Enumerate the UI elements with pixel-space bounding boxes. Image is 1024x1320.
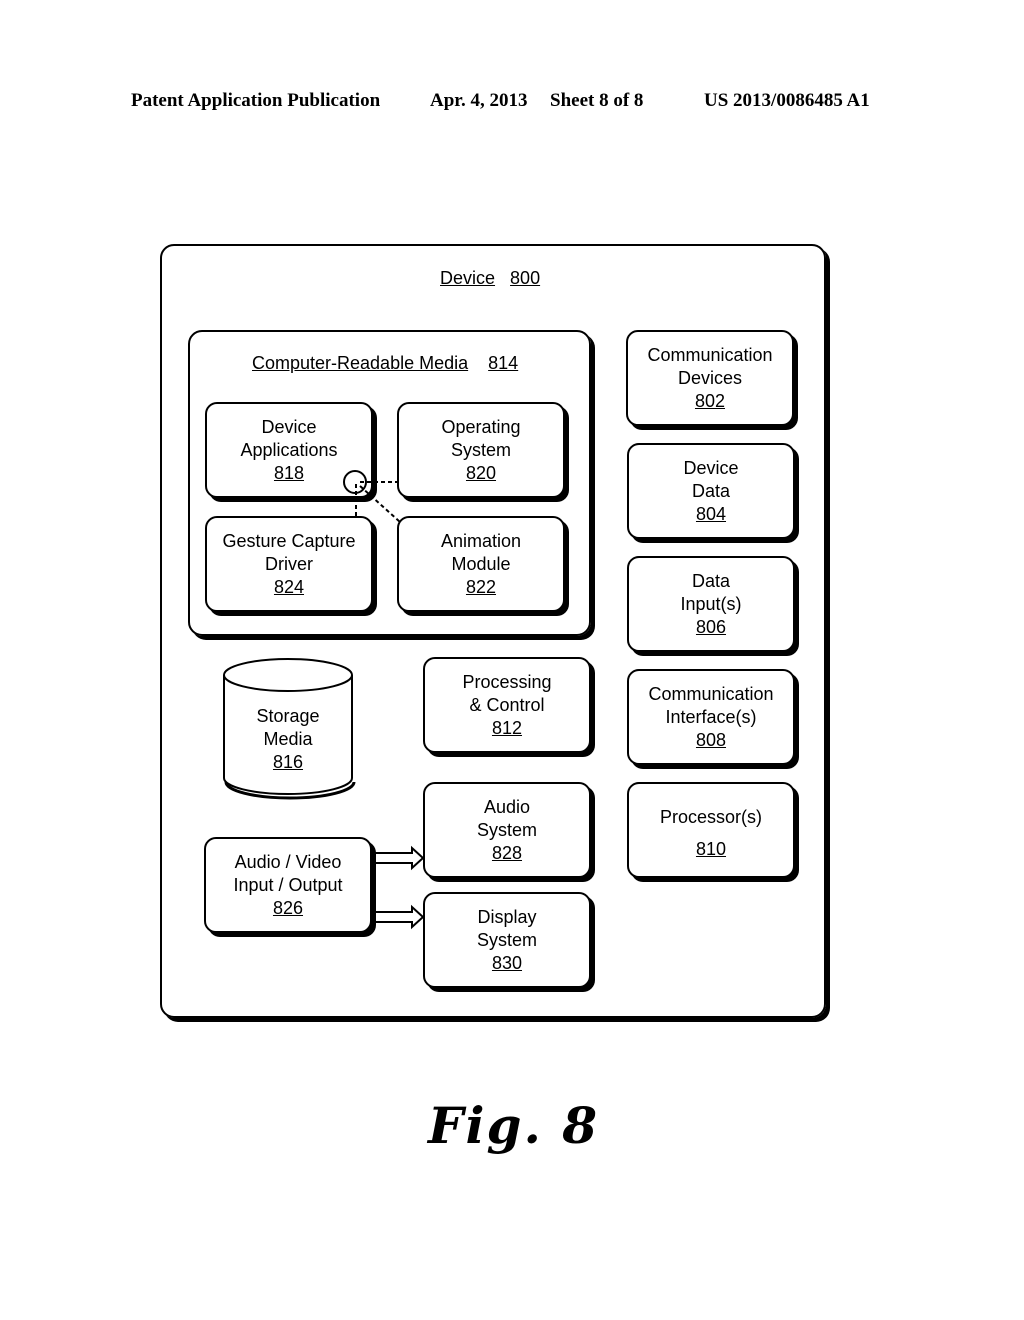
device-label: Device xyxy=(440,268,496,288)
block-label: Input / Output xyxy=(233,874,343,895)
block-label: Communication xyxy=(647,344,773,365)
block-number: 820 xyxy=(465,462,497,483)
block-number: 822 xyxy=(465,576,497,597)
block-label: System xyxy=(476,819,537,840)
operating-system-block: Operating System 820 xyxy=(397,402,565,498)
processing-control-block: Processing & Control 812 xyxy=(423,657,591,753)
storage-media-block: Storage Media 816 xyxy=(224,705,352,774)
block-label: Processor(s) xyxy=(659,807,762,827)
device-title: Device 800 xyxy=(440,268,540,289)
display-system-block: Display System 830 xyxy=(423,892,591,988)
audio-video-io-block: Audio / Video Input / Output 826 xyxy=(204,837,372,933)
block-label: Processing xyxy=(462,671,552,692)
block-number: 810 xyxy=(695,839,727,859)
block-label: Data xyxy=(691,480,731,501)
block-label: Driver xyxy=(265,553,313,574)
block-number: 802 xyxy=(694,390,726,411)
device-applications-block: Device Applications 818 xyxy=(205,402,373,498)
block-number: 816 xyxy=(272,752,304,772)
block-label: Interface(s) xyxy=(665,706,757,727)
communication-devices-block: Communication Devices 802 xyxy=(626,330,794,426)
crm-title: Computer-Readable Media 814 xyxy=(252,353,518,374)
block-label: Audio xyxy=(483,796,531,817)
publication-date: Apr. 4, 2013 xyxy=(430,90,528,111)
block-label: Devices xyxy=(677,367,743,388)
block-label: System xyxy=(450,439,511,460)
block-label: Media xyxy=(263,729,313,749)
sheet-number: Sheet 8 of 8 xyxy=(550,90,644,111)
block-label: System xyxy=(476,929,537,950)
block-label: Module xyxy=(451,553,511,574)
block-label: Communication xyxy=(648,683,774,704)
block-number: 806 xyxy=(695,616,727,637)
block-number: 830 xyxy=(491,952,523,973)
block-label: Operating xyxy=(441,416,521,437)
communication-interfaces-block: Communication Interface(s) 808 xyxy=(627,669,795,765)
block-number: 828 xyxy=(491,842,523,863)
block-label: Audio / Video xyxy=(234,851,342,872)
block-label: Input(s) xyxy=(680,593,742,614)
block-label: Applications xyxy=(240,439,338,460)
device-data-block: Device Data 804 xyxy=(627,443,795,539)
animation-module-block: Animation Module 822 xyxy=(397,516,565,612)
processors-block: Processor(s) 810 xyxy=(627,782,795,878)
gesture-capture-driver-block: Gesture Capture Driver 824 xyxy=(205,516,373,612)
block-label: Device xyxy=(683,457,739,478)
data-inputs-block: Data Input(s) 806 xyxy=(627,556,795,652)
block-label: Animation xyxy=(440,530,522,551)
crm-label: Computer-Readable Media xyxy=(252,353,469,373)
publication-title: Patent Application Publication xyxy=(131,90,381,111)
block-number: 824 xyxy=(273,576,305,597)
patent-number: US 2013/0086485 A1 xyxy=(704,90,870,111)
block-label: Storage xyxy=(256,706,320,726)
block-label: Data xyxy=(691,570,731,591)
block-label: Gesture Capture xyxy=(222,530,356,551)
block-label: & Control xyxy=(469,694,545,715)
block-number: 826 xyxy=(272,897,304,918)
block-number: 804 xyxy=(695,503,727,524)
crm-number: 814 xyxy=(488,353,519,373)
audio-system-block: Audio System 828 xyxy=(423,782,591,878)
block-number: 818 xyxy=(273,462,305,483)
block-number: 812 xyxy=(491,717,523,738)
block-label: Display xyxy=(477,906,537,927)
block-label: Device xyxy=(261,416,317,437)
block-number: 808 xyxy=(695,729,727,750)
figure-label: Fig. 8 xyxy=(428,1096,600,1155)
device-number: 800 xyxy=(510,268,541,288)
